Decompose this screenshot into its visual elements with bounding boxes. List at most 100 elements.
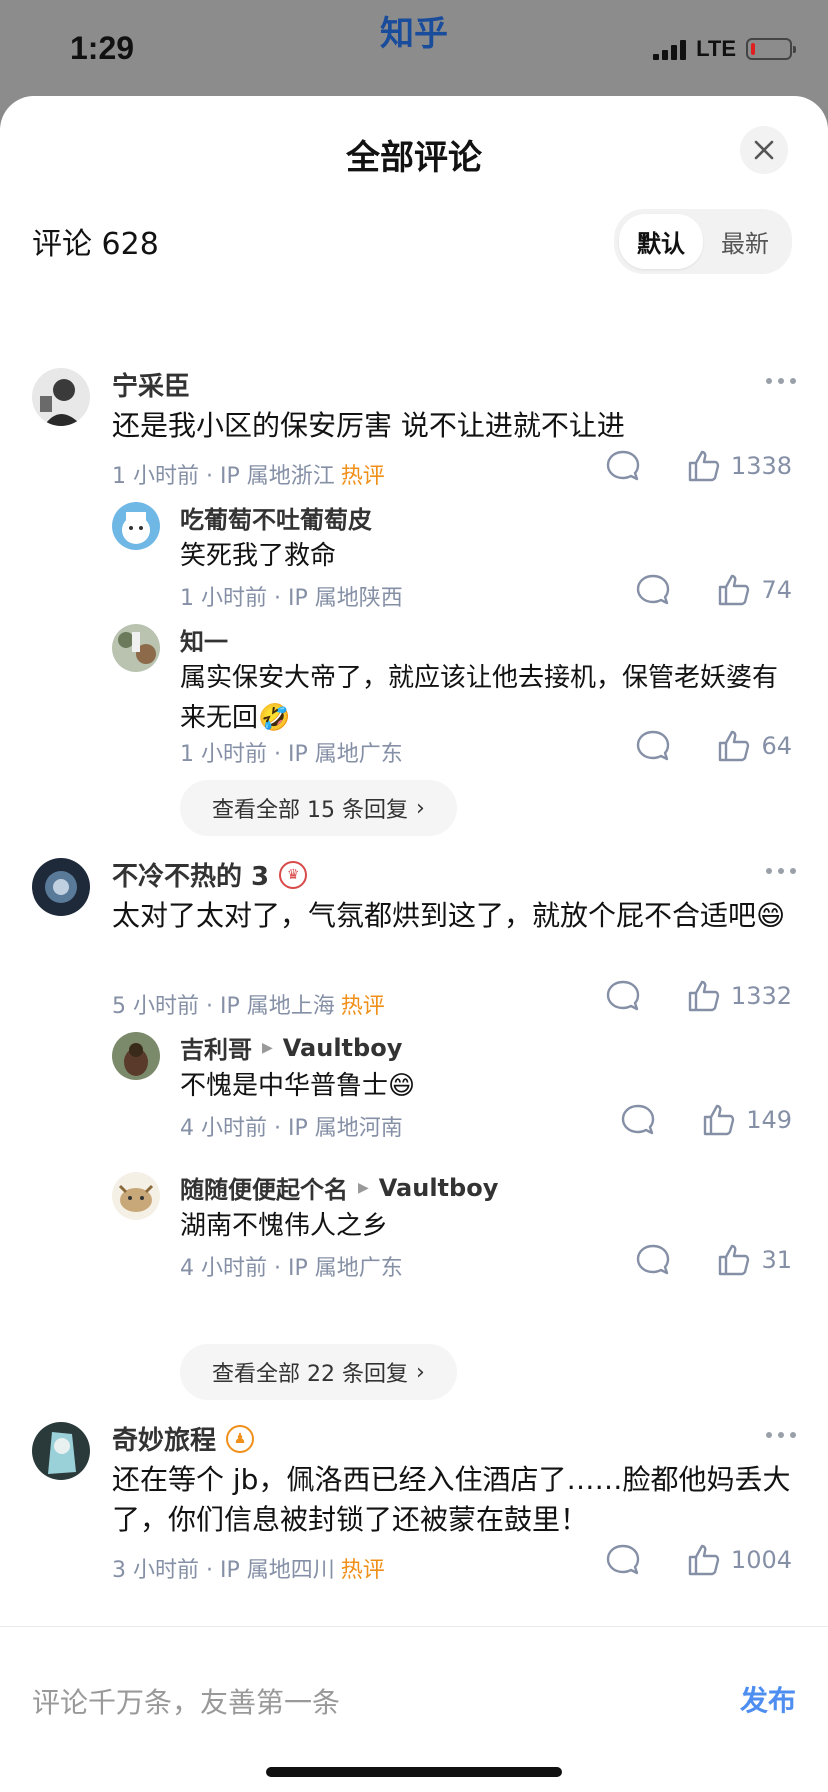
avatar[interactable]	[112, 1032, 160, 1080]
reply-meta: 4 小时前 · IP 属地广东	[180, 1256, 403, 1281]
reply-arrow-icon: ▶	[358, 1179, 369, 1196]
reply-to-name[interactable]: Vaultboy	[283, 1034, 403, 1062]
reply-author[interactable]: 吃葡萄不吐葡萄皮	[180, 500, 372, 535]
like-icon[interactable]	[717, 729, 751, 763]
like-count: 74	[761, 576, 792, 604]
more-options-icon[interactable]	[766, 378, 796, 384]
reply-meta: 1 小时前 · IP 属地广东	[180, 742, 403, 767]
reply-icon[interactable]	[635, 572, 671, 608]
avatar[interactable]	[32, 368, 90, 426]
home-indicator[interactable]	[266, 1767, 562, 1777]
view-all-replies-button[interactable]: 查看全部 22 条回复 ›	[180, 1344, 457, 1400]
avatar[interactable]	[112, 624, 160, 672]
close-button[interactable]	[740, 126, 788, 174]
reply-arrow-icon: ▶	[262, 1039, 273, 1056]
comment-author[interactable]: 不冷不热的 3 ♛	[112, 856, 308, 893]
comments-sheet: 全部评论 评论 628 默认 最新 宁采臣 还是我小区的保安厉害 说不让进就不让…	[0, 96, 828, 1792]
like-icon[interactable]	[687, 979, 721, 1013]
comment-input[interactable]: 评论千万条，友善第一条	[32, 1681, 340, 1721]
user-badge-icon: ♟	[226, 1424, 255, 1453]
reply-actions: 31	[635, 1242, 792, 1278]
reply-meta: 1 小时前 · IP 属地陕西	[180, 586, 403, 611]
publish-button[interactable]: 发布	[740, 1679, 796, 1719]
sort-latest-tab[interactable]: 最新	[703, 214, 787, 269]
like-count: 64	[761, 732, 792, 760]
member-badge-icon: ♛	[279, 860, 308, 889]
reply-ip: IP 属地陕西	[287, 586, 403, 611]
sheet-title: 全部评论	[346, 138, 482, 178]
reply-time: 4 小时前	[180, 1256, 267, 1281]
comment-time: 3 小时前	[112, 1558, 199, 1583]
author-name: 吉利哥	[180, 1036, 252, 1064]
like-count: 31	[761, 1246, 792, 1274]
signal-icon	[653, 38, 687, 60]
like-icon[interactable]	[717, 1243, 751, 1277]
reply-time: 1 小时前	[180, 742, 267, 767]
like-icon[interactable]	[687, 449, 721, 483]
reply-to-name[interactable]: Vaultboy	[379, 1174, 499, 1202]
status-indicators: LTE	[653, 36, 796, 62]
like-count: 1004	[730, 1546, 792, 1574]
avatar[interactable]	[32, 1422, 90, 1480]
comment-composer: 评论千万条，友善第一条 发布	[0, 1626, 828, 1792]
comment-meta: 3 小时前 · IP 属地四川 热评	[112, 1558, 385, 1583]
hot-badge: 热评	[340, 1558, 385, 1583]
view-all-replies-button[interactable]: 查看全部 15 条回复 ›	[180, 780, 457, 836]
more-options-icon[interactable]	[766, 868, 796, 874]
reply-text: 不愧是中华普鲁士😄	[180, 1071, 416, 1101]
reply-author[interactable]: 知一	[180, 622, 228, 657]
reply-icon[interactable]	[605, 1542, 641, 1578]
reply-actions: 149	[620, 1102, 792, 1138]
more-options-icon[interactable]	[766, 1432, 796, 1438]
comment-actions: 1004	[605, 1542, 792, 1578]
like-count: 1332	[730, 982, 792, 1010]
like-count: 1338	[730, 452, 792, 480]
reply-text: 笑死我了救命	[180, 541, 337, 571]
reply-ip: IP 属地广东	[287, 1256, 403, 1281]
reply-icon[interactable]	[635, 728, 671, 764]
like-icon[interactable]	[687, 1543, 721, 1577]
reply-icon[interactable]	[635, 1242, 671, 1278]
comment-text: 还在等个 jb，佩洛西已经入住酒店了……脸都他妈丢大了，你们信息被封锁了还被蒙在…	[112, 1463, 791, 1536]
chevron-right-icon: ›	[415, 795, 425, 821]
reply-meta: 4 小时前 · IP 属地河南	[180, 1116, 403, 1141]
reply-actions: 74	[635, 572, 792, 608]
comment-ip: IP 属地四川	[219, 1558, 335, 1583]
reply-author[interactable]: 随随便便起个名 ▶ Vaultboy	[180, 1170, 498, 1205]
comment-count-row: 评论 628 默认 最新	[32, 208, 792, 274]
comment-time: 5 小时前	[112, 994, 199, 1019]
like-icon[interactable]	[717, 573, 751, 607]
like-count: 149	[746, 1106, 792, 1134]
comment-author[interactable]: 宁采臣	[112, 366, 190, 403]
comment-actions: 1338	[605, 448, 792, 484]
reply-time: 4 小时前	[180, 1116, 267, 1141]
author-name: 不冷不热的 3	[112, 862, 270, 892]
comment-count: 评论 628	[32, 227, 159, 262]
comment-time: 1 小时前	[112, 464, 199, 489]
reply-icon[interactable]	[605, 448, 641, 484]
like-icon[interactable]	[702, 1103, 736, 1137]
chevron-right-icon: ›	[415, 1359, 425, 1385]
reply-author[interactable]: 吉利哥 ▶ Vaultboy	[180, 1030, 402, 1065]
comment-author[interactable]: 奇妙旅程 ♟	[112, 1420, 255, 1457]
reply-icon[interactable]	[620, 1102, 656, 1138]
reply-time: 1 小时前	[180, 586, 267, 611]
sort-default-tab[interactable]: 默认	[619, 213, 703, 269]
avatar[interactable]	[112, 1172, 160, 1220]
battery-icon	[746, 38, 796, 60]
reply-text: 属实保安大帝了，就应该让他去接机，保管老妖婆有来无回🤣	[180, 663, 779, 733]
reply-actions: 64	[635, 728, 792, 764]
comment-meta: 1 小时前 · IP 属地浙江 热评	[112, 464, 385, 489]
reply-ip: IP 属地广东	[287, 742, 403, 767]
reply-ip: IP 属地河南	[287, 1116, 403, 1141]
reply-text: 湖南不愧伟人之乡	[180, 1211, 389, 1241]
author-name: 随随便便起个名	[180, 1176, 348, 1204]
avatar[interactable]	[32, 858, 90, 916]
sort-toggle: 默认 最新	[614, 208, 792, 274]
avatar[interactable]	[112, 502, 160, 550]
close-icon	[754, 140, 774, 160]
author-name: 奇妙旅程	[112, 1426, 217, 1456]
view-all-label: 查看全部 15 条回复	[212, 798, 408, 823]
reply-icon[interactable]	[605, 978, 641, 1014]
comment-actions: 1332	[605, 978, 792, 1014]
